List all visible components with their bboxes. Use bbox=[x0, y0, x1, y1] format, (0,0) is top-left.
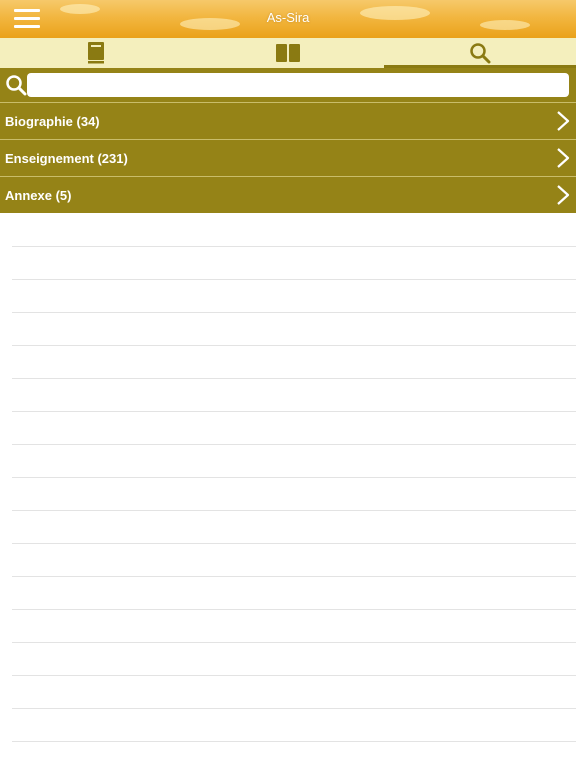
tab-bar bbox=[0, 38, 576, 68]
search-icon bbox=[5, 74, 27, 96]
list-separator bbox=[12, 577, 576, 610]
empty-results-list bbox=[12, 214, 576, 742]
navigation-bar: As-Sira bbox=[0, 0, 576, 38]
list-separator bbox=[12, 478, 576, 511]
search-bar bbox=[0, 68, 576, 102]
chevron-right-icon bbox=[557, 148, 570, 168]
search-input[interactable] bbox=[27, 73, 569, 97]
search-icon bbox=[470, 43, 491, 64]
list-separator bbox=[12, 709, 576, 742]
list-separator bbox=[12, 511, 576, 544]
list-separator bbox=[12, 445, 576, 478]
list-separator bbox=[12, 544, 576, 577]
list-separator bbox=[12, 280, 576, 313]
tab-search[interactable] bbox=[384, 38, 576, 68]
app-title: As-Sira bbox=[266, 10, 310, 25]
tab-book[interactable] bbox=[0, 38, 192, 68]
category-list: Biographie (34) Enseignement (231) Annex… bbox=[0, 102, 576, 213]
list-separator bbox=[12, 676, 576, 709]
list-separator bbox=[12, 412, 576, 445]
category-label: Biographie (34) bbox=[5, 114, 100, 129]
category-label: Annexe (5) bbox=[5, 188, 72, 203]
chevron-right-icon bbox=[557, 111, 570, 131]
list-separator bbox=[12, 313, 576, 346]
category-row-annexe[interactable]: Annexe (5) bbox=[0, 176, 576, 213]
book-icon bbox=[88, 42, 104, 64]
list-separator bbox=[12, 610, 576, 643]
open-book-icon bbox=[276, 44, 300, 62]
category-label: Enseignement (231) bbox=[5, 151, 128, 166]
category-row-enseignement[interactable]: Enseignement (231) bbox=[0, 139, 576, 176]
list-separator bbox=[12, 346, 576, 379]
chevron-right-icon bbox=[557, 185, 570, 205]
list-separator bbox=[12, 247, 576, 280]
category-row-biographie[interactable]: Biographie (34) bbox=[0, 102, 576, 139]
list-separator bbox=[12, 214, 576, 247]
tab-reading[interactable] bbox=[192, 38, 384, 68]
list-separator bbox=[12, 379, 576, 412]
list-separator bbox=[12, 643, 576, 676]
